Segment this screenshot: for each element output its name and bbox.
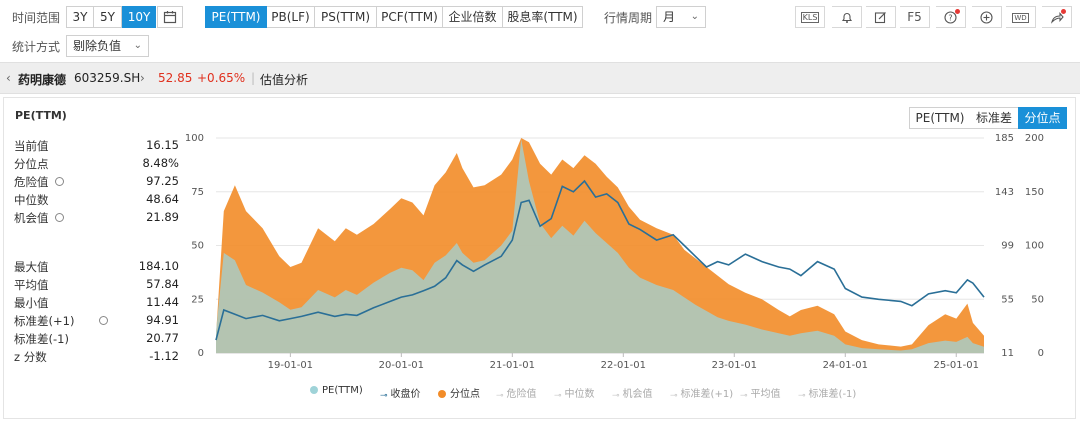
notification-dot	[1061, 9, 1066, 14]
legend-item[interactable]: ⊸ 标准差(-1)	[798, 385, 856, 401]
chevron-left-icon[interactable]: ‹	[6, 71, 11, 85]
legend-label: 标准差(-1)	[808, 389, 857, 400]
tab-pb-lf[interactable]: PB(LF)	[267, 6, 315, 28]
bell-icon[interactable]	[832, 6, 862, 28]
stat-method-value: 剔除负值	[73, 39, 122, 53]
legend-label: 收盘价	[390, 389, 421, 400]
y-left-tick-label: 75	[191, 187, 204, 198]
tab-dividend-yield[interactable]: 股息率(TTM)	[503, 6, 583, 28]
svg-text:?: ?	[948, 14, 952, 23]
x-tick-label: 24-01-01	[823, 360, 868, 371]
legend-label: 分位点	[450, 389, 480, 400]
calendar-icon[interactable]	[157, 6, 183, 28]
range-3y-button[interactable]: 3Y	[66, 6, 94, 28]
period-value: 月	[663, 10, 676, 24]
time-range-label: 时间范围	[12, 11, 61, 25]
legend-label: 标准差(+1)	[680, 389, 734, 400]
section-title: 估值分析	[260, 73, 309, 87]
legend-marker-icon	[310, 386, 318, 394]
valuation-panel: PE(TTM) PE(TTM) 标准差 分位点 当前值 16.15 分位点 8.48%…	[3, 97, 1076, 419]
share-icon[interactable]	[1042, 6, 1072, 28]
divider: |	[251, 71, 256, 85]
legend-item[interactable]: 分位点	[438, 385, 480, 400]
add-icon[interactable]	[972, 6, 1002, 28]
chevron-right-icon[interactable]: ›	[140, 71, 145, 85]
legend-item[interactable]: ⊸ 机会值	[612, 385, 653, 401]
chevron-down-icon: ⌄	[133, 40, 142, 51]
tab-pcf-ttm[interactable]: PCF(TTM)	[377, 6, 443, 28]
y-right1-tick-label: 185	[995, 133, 1014, 144]
y-right2-tick-label: 0	[1038, 348, 1044, 359]
legend-marker-icon: ⊸	[496, 391, 504, 401]
stock-change: +0.65%	[197, 71, 246, 85]
y-left-tick-label: 100	[185, 133, 204, 144]
legend-marker-icon: ⊸	[554, 391, 562, 401]
legend-marker-icon: ⊸	[740, 391, 748, 401]
y-right2-tick-label: 50	[1031, 294, 1044, 305]
range-5y-button[interactable]: 5Y	[94, 6, 122, 28]
notification-dot	[955, 9, 960, 14]
y-right1-tick-label: 143	[995, 187, 1014, 198]
legend-label: 中位数	[564, 389, 595, 400]
export-word-icon[interactable]: WD	[1006, 6, 1036, 28]
help-icon[interactable]: ?	[936, 6, 966, 28]
legend-marker-icon	[438, 390, 446, 398]
edit-icon[interactable]	[866, 6, 896, 28]
kls-icon[interactable]: KLS	[795, 6, 825, 28]
legend-marker-icon: ⊸	[670, 391, 678, 401]
x-tick-label: 20-01-01	[379, 360, 424, 371]
legend-label: PE(TTM)	[322, 385, 363, 396]
valuation-chart[interactable]: 0 25 50 75 100 11 55 99 143 185 0 50 100 150 200 19-01-…	[4, 98, 1075, 378]
stat-method-select[interactable]: 剔除负值 ⌄	[66, 35, 149, 57]
x-tick-label: 19-01-01	[268, 360, 313, 371]
x-tick-label: 22-01-01	[601, 360, 646, 371]
y-right1-tick-label: 11	[1001, 348, 1014, 359]
legend-marker-icon: ⊸	[612, 391, 620, 401]
toolbar: 时间范围 3Y 5Y 10Y PE(TTM) PB(LF) PS(TTM) PC…	[0, 0, 1080, 32]
stock-price: 52.85	[158, 71, 193, 85]
stock-name[interactable]: 药明康德	[18, 71, 66, 88]
y-right2-tick-label: 100	[1025, 241, 1044, 252]
stock-code: 603259.SH	[74, 71, 141, 85]
legend-item[interactable]: ⊸ 标准差(+1)	[670, 385, 733, 401]
chevron-down-icon: ⌄	[690, 11, 699, 22]
f5-refresh-button[interactable]: F5	[900, 6, 930, 28]
x-tick-label: 23-01-01	[712, 360, 757, 371]
y-left-tick-label: 50	[191, 241, 204, 252]
legend-item[interactable]: ⊸ 中位数	[554, 385, 595, 401]
legend-label: 机会值	[622, 389, 653, 400]
range-10y-button[interactable]: 10Y	[122, 6, 156, 28]
period-select[interactable]: 月 ⌄	[656, 6, 706, 28]
x-tick-label: 25-01-01	[934, 360, 979, 371]
y-left-tick-label: 25	[191, 294, 204, 305]
y-right2-tick-label: 200	[1025, 133, 1044, 144]
tab-pe-ttm[interactable]: PE(TTM)	[205, 6, 267, 28]
tab-ev-multiple[interactable]: 企业倍数	[443, 6, 503, 28]
x-tick-label: 21-01-01	[490, 360, 535, 371]
legend-item[interactable]: PE(TTM)	[310, 385, 363, 396]
period-label: 行情周期	[604, 11, 653, 25]
legend-item[interactable]: ⊸ 收盘价	[380, 385, 421, 401]
y-right2-tick-label: 150	[1025, 187, 1044, 198]
stock-bar: ‹ 药明康德 603259.SH › 52.85 +0.65% | 估值分析	[0, 62, 1080, 94]
legend-label: 平均值	[750, 389, 781, 400]
y-right1-tick-label: 99	[1001, 241, 1014, 252]
y-right1-tick-label: 55	[1001, 294, 1014, 305]
legend-marker-icon: ⊸	[798, 391, 806, 401]
tab-ps-ttm[interactable]: PS(TTM)	[315, 6, 377, 28]
stat-method-label: 统计方式	[12, 40, 61, 54]
legend-label: 危险值	[506, 389, 537, 400]
legend-marker-icon: ⊸	[380, 391, 388, 401]
legend-item[interactable]: ⊸ 平均值	[740, 385, 781, 401]
legend-item[interactable]: ⊸ 危险值	[496, 385, 537, 401]
y-left-tick-label: 0	[198, 348, 204, 359]
